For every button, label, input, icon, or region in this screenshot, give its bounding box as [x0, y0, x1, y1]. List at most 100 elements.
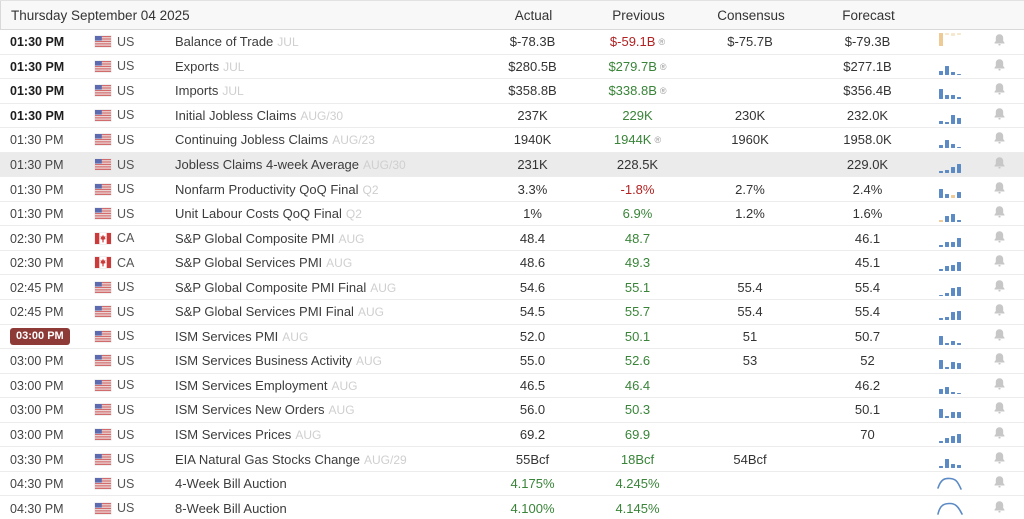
event-link[interactable]: Balance of Trade — [175, 34, 273, 49]
alert-bell-button[interactable] — [975, 303, 1024, 320]
previous-value: 1944K® — [585, 132, 690, 147]
country-code: US — [117, 182, 134, 196]
table-row[interactable]: 03:00 PMUSISM Services New OrdersAUG56.0… — [0, 398, 1024, 423]
sparkline-bar-chart — [934, 131, 966, 148]
alert-bell-button[interactable] — [975, 254, 1024, 271]
event-link[interactable]: Jobless Claims 4-week Average — [175, 157, 359, 172]
alert-bell-button[interactable] — [975, 426, 1024, 443]
event-link[interactable]: ISM Services New Orders — [175, 402, 325, 417]
spark-bar — [939, 121, 943, 124]
alert-bell-button[interactable] — [975, 475, 1024, 492]
table-row[interactable]: 04:30 PMUS4-Week Bill Auction4.175%4.245… — [0, 472, 1024, 497]
event-period-label: AUG — [331, 379, 357, 393]
event-link[interactable]: 4-Week Bill Auction — [175, 476, 287, 491]
table-row[interactable]: 03:30 PMUSEIA Natural Gas Stocks ChangeA… — [0, 447, 1024, 472]
us-flag-icon — [95, 503, 111, 514]
spark-bar — [951, 167, 955, 173]
alert-bell-button[interactable] — [975, 279, 1024, 296]
table-row[interactable]: 02:30 PMCAS&P Global Composite PMIAUG48.… — [0, 226, 1024, 251]
forecast-value: 50.7 — [810, 329, 925, 344]
country-cell: US — [95, 158, 175, 172]
sparkline-cell — [925, 82, 975, 99]
event-cell: ISM Services Employment AUG — [175, 378, 480, 393]
spark-bar — [939, 409, 943, 418]
event-link[interactable]: Imports — [175, 83, 218, 98]
previous-value-text: 52.6 — [625, 353, 650, 368]
table-row[interactable]: 03:00 PMUSISM Services EmploymentAUG46.5… — [0, 374, 1024, 399]
table-row[interactable]: 01:30 PMUSImportsJUL$358.8B$338.8B®$356.… — [0, 79, 1024, 104]
event-link[interactable]: Exports — [175, 59, 219, 74]
event-link[interactable]: ISM Services Employment — [175, 378, 327, 393]
country-cell: US — [95, 84, 175, 98]
sparkline-cell — [925, 426, 975, 443]
event-link[interactable]: ISM Services Prices — [175, 427, 291, 442]
table-row[interactable]: 01:30 PMUSContinuing Jobless ClaimsAUG/2… — [0, 128, 1024, 153]
event-link[interactable]: Continuing Jobless Claims — [175, 132, 328, 147]
alert-bell-button[interactable] — [975, 107, 1024, 124]
event-link[interactable]: S&P Global Services PMI Final — [175, 304, 354, 319]
alert-bell-button[interactable] — [975, 181, 1024, 198]
time-label: 04:30 PM — [10, 477, 64, 491]
table-row[interactable]: 03:00 PMUSISM Services PricesAUG69.269.9… — [0, 423, 1024, 448]
event-link[interactable]: ISM Services PMI — [175, 329, 278, 344]
table-row[interactable]: 01:30 PMUSExportsJUL$280.5B$279.7B®$277.… — [0, 55, 1024, 80]
table-row[interactable]: 01:30 PMUSNonfarm Productivity QoQ Final… — [0, 177, 1024, 202]
table-row[interactable]: 01:30 PMUSBalance of TradeJUL$-78.3B$-59… — [0, 30, 1024, 55]
event-link[interactable]: S&P Global Composite PMI Final — [175, 280, 366, 295]
event-link[interactable]: EIA Natural Gas Stocks Change — [175, 452, 360, 467]
country-code: US — [117, 158, 134, 172]
sparkline-line-chart — [935, 498, 965, 519]
time-label: 01:30 PM — [10, 133, 64, 147]
event-link[interactable]: Nonfarm Productivity QoQ Final — [175, 182, 359, 197]
table-row[interactable]: 01:30 PMUSInitial Jobless ClaimsAUG/3023… — [0, 104, 1024, 129]
event-cell: S&P Global Composite PMIAUG — [175, 231, 480, 246]
event-link[interactable]: 8-Week Bill Auction — [175, 501, 287, 516]
alert-bell-button[interactable] — [975, 82, 1024, 99]
alert-bell-button[interactable] — [975, 451, 1024, 468]
previous-value-text: 6.9% — [623, 206, 653, 221]
table-row[interactable]: 02:45 PMUSS&P Global Composite PMI Final… — [0, 275, 1024, 300]
event-link[interactable]: S&P Global Composite PMI — [175, 231, 334, 246]
event-link[interactable]: ISM Services Business Activity — [175, 353, 352, 368]
table-row[interactable]: 02:30 PMCAS&P Global Services PMIAUG48.6… — [0, 251, 1024, 276]
actual-value: 1940K — [480, 132, 585, 147]
actual-value: 69.2 — [480, 427, 585, 442]
alert-bell-button[interactable] — [975, 205, 1024, 222]
event-link[interactable]: Unit Labour Costs QoQ Final — [175, 206, 342, 221]
actual-value: 231K — [480, 157, 585, 172]
event-time-cell: 01:30 PM — [0, 132, 95, 147]
table-row[interactable]: 01:30 PMUSUnit Labour Costs QoQ FinalQ21… — [0, 202, 1024, 227]
event-time-cell: 01:30 PM — [0, 108, 95, 123]
alert-bell-button[interactable] — [975, 328, 1024, 345]
spark-bar — [951, 33, 955, 36]
previous-value-text: 55.7 — [625, 304, 650, 319]
table-row[interactable]: 01:30 PMUSJobless Claims 4-week AverageA… — [0, 153, 1024, 178]
event-link[interactable]: Initial Jobless Claims — [175, 108, 296, 123]
us-flag-icon — [95, 404, 111, 415]
alert-bell-button[interactable] — [975, 401, 1024, 418]
table-row[interactable]: 03:00 PMUSISM Services Business Activity… — [0, 349, 1024, 374]
consensus-value: 53 — [690, 353, 810, 368]
previous-value-text: 55.1 — [625, 280, 650, 295]
column-header-actual: Actual — [481, 8, 586, 23]
alert-bell-button[interactable] — [975, 58, 1024, 75]
table-row[interactable]: 04:30 PMUS8-Week Bill Auction4.100%4.145… — [0, 496, 1024, 519]
spark-bar — [951, 362, 955, 369]
table-row[interactable]: 02:45 PMUSS&P Global Services PMI FinalA… — [0, 300, 1024, 325]
bell-icon — [993, 131, 1006, 148]
previous-value: $-59.1B® — [585, 34, 690, 49]
previous-value-text: $279.7B — [608, 59, 656, 74]
ca-flag-icon — [95, 233, 111, 244]
alert-bell-button[interactable] — [975, 156, 1024, 173]
country-code: US — [117, 108, 134, 122]
consensus-value: 55.4 — [690, 304, 810, 319]
alert-bell-button[interactable] — [975, 230, 1024, 247]
event-link[interactable]: S&P Global Services PMI — [175, 255, 322, 270]
alert-bell-button[interactable] — [975, 33, 1024, 50]
alert-bell-button[interactable] — [975, 500, 1024, 517]
alert-bell-button[interactable] — [975, 352, 1024, 369]
spark-bar — [945, 438, 949, 443]
alert-bell-button[interactable] — [975, 131, 1024, 148]
alert-bell-button[interactable] — [975, 377, 1024, 394]
table-row[interactable]: 03:00 PMUSISM Services PMIAUG52.050.1515… — [0, 325, 1024, 350]
